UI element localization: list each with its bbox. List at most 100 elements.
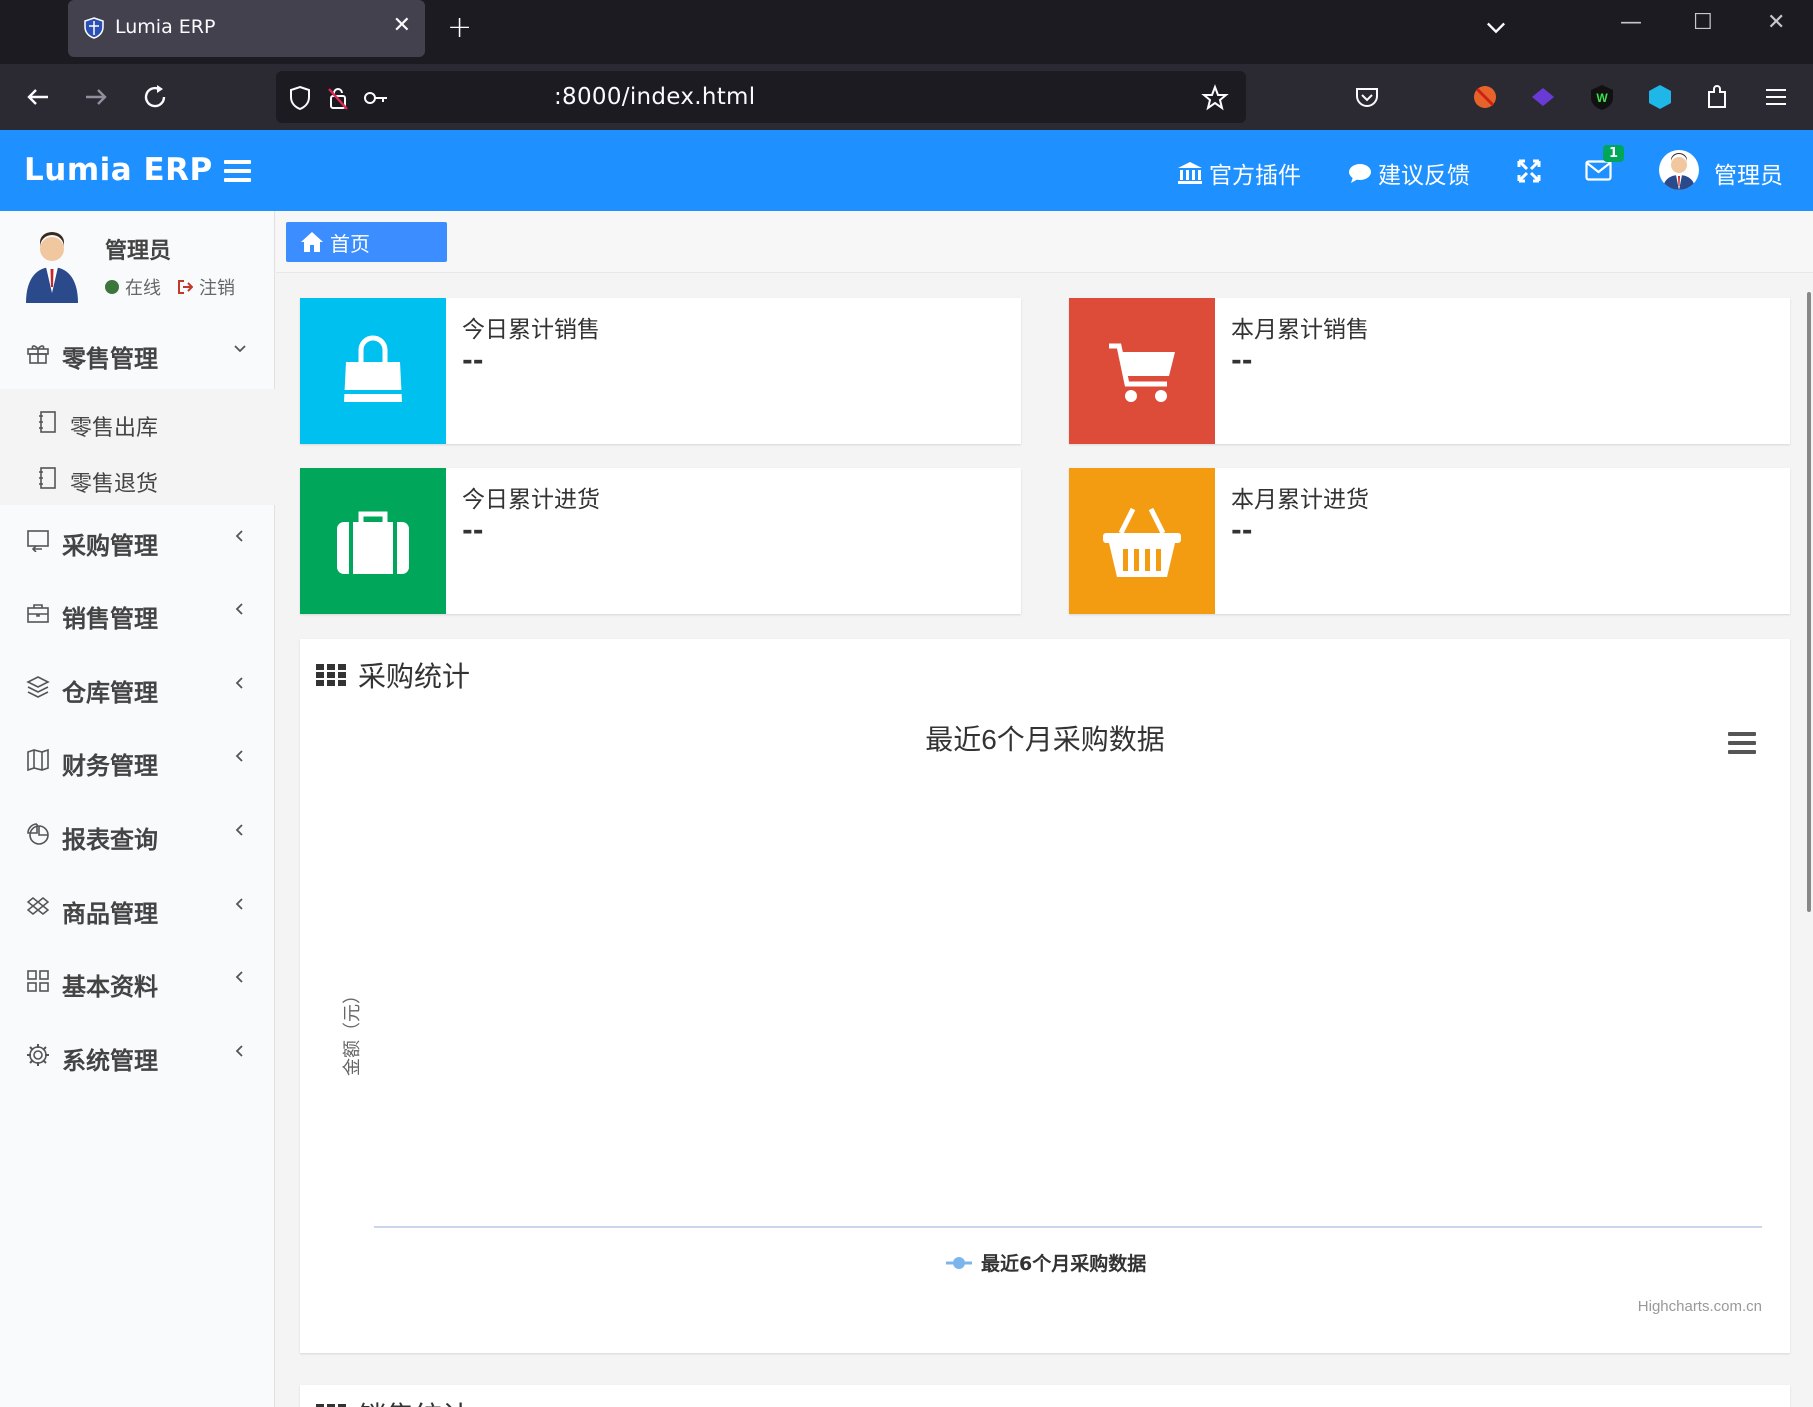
browser-navbar: :8000/index.html W bbox=[0, 64, 1813, 130]
info-box-icon-bg bbox=[1069, 468, 1215, 614]
sidebar-item-sales[interactable]: 销售管理 bbox=[0, 585, 275, 641]
chart-credits[interactable]: Highcharts.com.cn bbox=[1638, 1298, 1762, 1315]
info-box-icon-bg bbox=[300, 468, 446, 614]
sidebar: 管理员 在线 注销 零售管理 零售出库 零售退货 采购管理 销售管理 仓库管理 … bbox=[0, 211, 275, 1407]
sidebar-item-label: 报表查询 bbox=[62, 826, 158, 854]
sidebar-item-warehouse[interactable]: 仓库管理 bbox=[0, 659, 275, 715]
browser-tab[interactable]: Lumia ERP ✕ bbox=[68, 0, 425, 57]
user-status: 在线 注销 bbox=[105, 274, 235, 300]
chart-context-menu-icon[interactable] bbox=[1728, 732, 1756, 754]
sales-stats-panel: 销售统计 bbox=[300, 1385, 1790, 1407]
info-box-today-sales: 今日累计销售 -- bbox=[300, 298, 1021, 444]
tab-title: Lumia ERP bbox=[115, 16, 216, 38]
panel-title: 采购统计 bbox=[358, 660, 471, 693]
bookmark-star-icon[interactable] bbox=[1201, 84, 1229, 112]
browser-menu-icon[interactable] bbox=[1761, 82, 1791, 112]
logout-icon[interactable] bbox=[177, 280, 193, 294]
chart-ylabel: 金额（元） bbox=[342, 986, 363, 1076]
chart-legend-item[interactable]: 最近6个月采购数据 bbox=[946, 1252, 1146, 1275]
bank-icon bbox=[1178, 162, 1202, 184]
info-box-value: -- bbox=[462, 516, 484, 546]
maximize-icon[interactable]: ☐ bbox=[1693, 10, 1713, 35]
notebook-icon bbox=[39, 411, 56, 433]
sidebar-item-purchase[interactable]: 采购管理 bbox=[0, 512, 275, 568]
info-box-value: -- bbox=[1231, 516, 1253, 546]
mail-badge: 1 bbox=[1603, 145, 1625, 162]
sidebar-subitem-label: 零售出库 bbox=[70, 416, 159, 441]
th-grid-icon bbox=[316, 664, 346, 686]
header-username[interactable]: 管理员 bbox=[1714, 156, 1783, 190]
header-avatar[interactable] bbox=[1659, 150, 1699, 190]
extension-purple-icon[interactable] bbox=[1528, 82, 1558, 112]
back-arrow-icon[interactable] bbox=[22, 81, 54, 113]
svg-text:W: W bbox=[1596, 91, 1608, 105]
sidebar-item-label: 采购管理 bbox=[62, 532, 158, 560]
gear-icon bbox=[27, 1044, 49, 1066]
info-box-today-purchase: 今日累计进货 -- bbox=[300, 468, 1021, 614]
sidebar-item-label: 仓库管理 bbox=[62, 679, 158, 707]
sidebar-item-label: 销售管理 bbox=[62, 605, 158, 633]
sidebar-item-label: 零售管理 bbox=[62, 345, 158, 373]
browser-tabstrip: Lumia ERP ✕ + — ☐ ✕ bbox=[0, 0, 1813, 64]
extension-w-icon[interactable]: W bbox=[1587, 82, 1617, 112]
sidebar-item-system[interactable]: 系统管理 bbox=[0, 1027, 275, 1083]
sidebar-item-products[interactable]: 商品管理 bbox=[0, 880, 275, 936]
sidebar-subitem-retail-out[interactable]: 零售出库 bbox=[0, 397, 275, 447]
reload-icon[interactable] bbox=[139, 81, 171, 113]
info-box-icon-bg bbox=[300, 298, 446, 444]
extension-cube-icon[interactable] bbox=[1645, 82, 1675, 112]
insecure-lock-icon[interactable] bbox=[324, 84, 352, 112]
app-header: Lumia ERP 官方插件 建议反馈 1 管理员 bbox=[0, 130, 1813, 211]
chevron-left-icon bbox=[235, 603, 243, 615]
extensions-puzzle-icon[interactable] bbox=[1703, 82, 1733, 112]
feedback-link[interactable]: 建议反馈 bbox=[1348, 156, 1470, 190]
online-dot-icon bbox=[105, 280, 119, 294]
tab-list-chevron-icon[interactable] bbox=[1482, 13, 1510, 41]
app-logo[interactable]: Lumia ERP bbox=[24, 152, 213, 188]
mail-icon[interactable] bbox=[1585, 160, 1612, 181]
chevron-left-icon bbox=[235, 750, 243, 762]
online-status-label: 在线 bbox=[125, 278, 161, 299]
sidebar-subitem-retail-return[interactable]: 零售退货 bbox=[0, 453, 275, 503]
extension-blocked-icon[interactable] bbox=[1470, 82, 1500, 112]
panel-header: 销售统计 bbox=[316, 1395, 470, 1407]
new-tab-button[interactable]: + bbox=[447, 10, 472, 45]
chevron-down-icon bbox=[234, 345, 246, 353]
tab-home[interactable]: 首页 bbox=[286, 222, 447, 262]
minimize-icon[interactable]: — bbox=[1620, 10, 1642, 35]
info-box-icon-bg bbox=[1069, 298, 1215, 444]
user-panel: 管理员 在线 注销 bbox=[0, 211, 275, 306]
pocket-icon[interactable] bbox=[1352, 82, 1382, 112]
sidebar-item-label: 商品管理 bbox=[62, 900, 158, 928]
tab-close-icon[interactable]: ✕ bbox=[393, 13, 411, 38]
sidebar-item-reports[interactable]: 报表查询 bbox=[0, 806, 275, 862]
info-box-value: -- bbox=[462, 346, 484, 376]
grid-icon bbox=[27, 970, 49, 992]
page-scrollbar[interactable] bbox=[1807, 292, 1811, 912]
purchase-chart: 最近6个月采购数据 金额（元） 最近6个月采购数据 Highcharts.com… bbox=[342, 724, 1762, 1315]
sidebar-item-basic-data[interactable]: 基本资料 bbox=[0, 953, 275, 1009]
chevron-left-icon bbox=[235, 1045, 243, 1057]
key-icon[interactable] bbox=[362, 84, 390, 112]
info-box-label: 本月累计销售 bbox=[1231, 317, 1369, 343]
sidebar-item-finance[interactable]: 财务管理 bbox=[0, 732, 275, 788]
sidebar-item-label: 财务管理 bbox=[62, 752, 158, 780]
fullscreen-icon[interactable] bbox=[1517, 159, 1541, 183]
chevron-left-icon bbox=[235, 898, 243, 910]
sidebar-item-retail[interactable]: 零售管理 bbox=[0, 325, 275, 381]
official-plugins-link[interactable]: 官方插件 bbox=[1177, 156, 1301, 190]
sidebar-toggle-icon[interactable] bbox=[224, 160, 251, 182]
forward-arrow-icon[interactable] bbox=[80, 81, 112, 113]
return-icon bbox=[27, 530, 49, 552]
chevron-left-icon bbox=[235, 971, 243, 983]
info-box-label: 今日累计进货 bbox=[462, 487, 600, 513]
notebook-icon bbox=[39, 467, 56, 489]
logout-link[interactable]: 注销 bbox=[199, 274, 235, 300]
legend-marker-icon bbox=[953, 1257, 965, 1269]
tracking-shield-icon[interactable] bbox=[286, 84, 314, 112]
window-close-icon[interactable]: ✕ bbox=[1767, 10, 1785, 35]
suitcase-icon bbox=[337, 511, 409, 574]
address-bar[interactable]: :8000/index.html bbox=[276, 71, 1246, 123]
info-box-month-purchase: 本月累计进货 -- bbox=[1069, 468, 1790, 614]
shopping-cart-icon bbox=[1109, 343, 1175, 402]
